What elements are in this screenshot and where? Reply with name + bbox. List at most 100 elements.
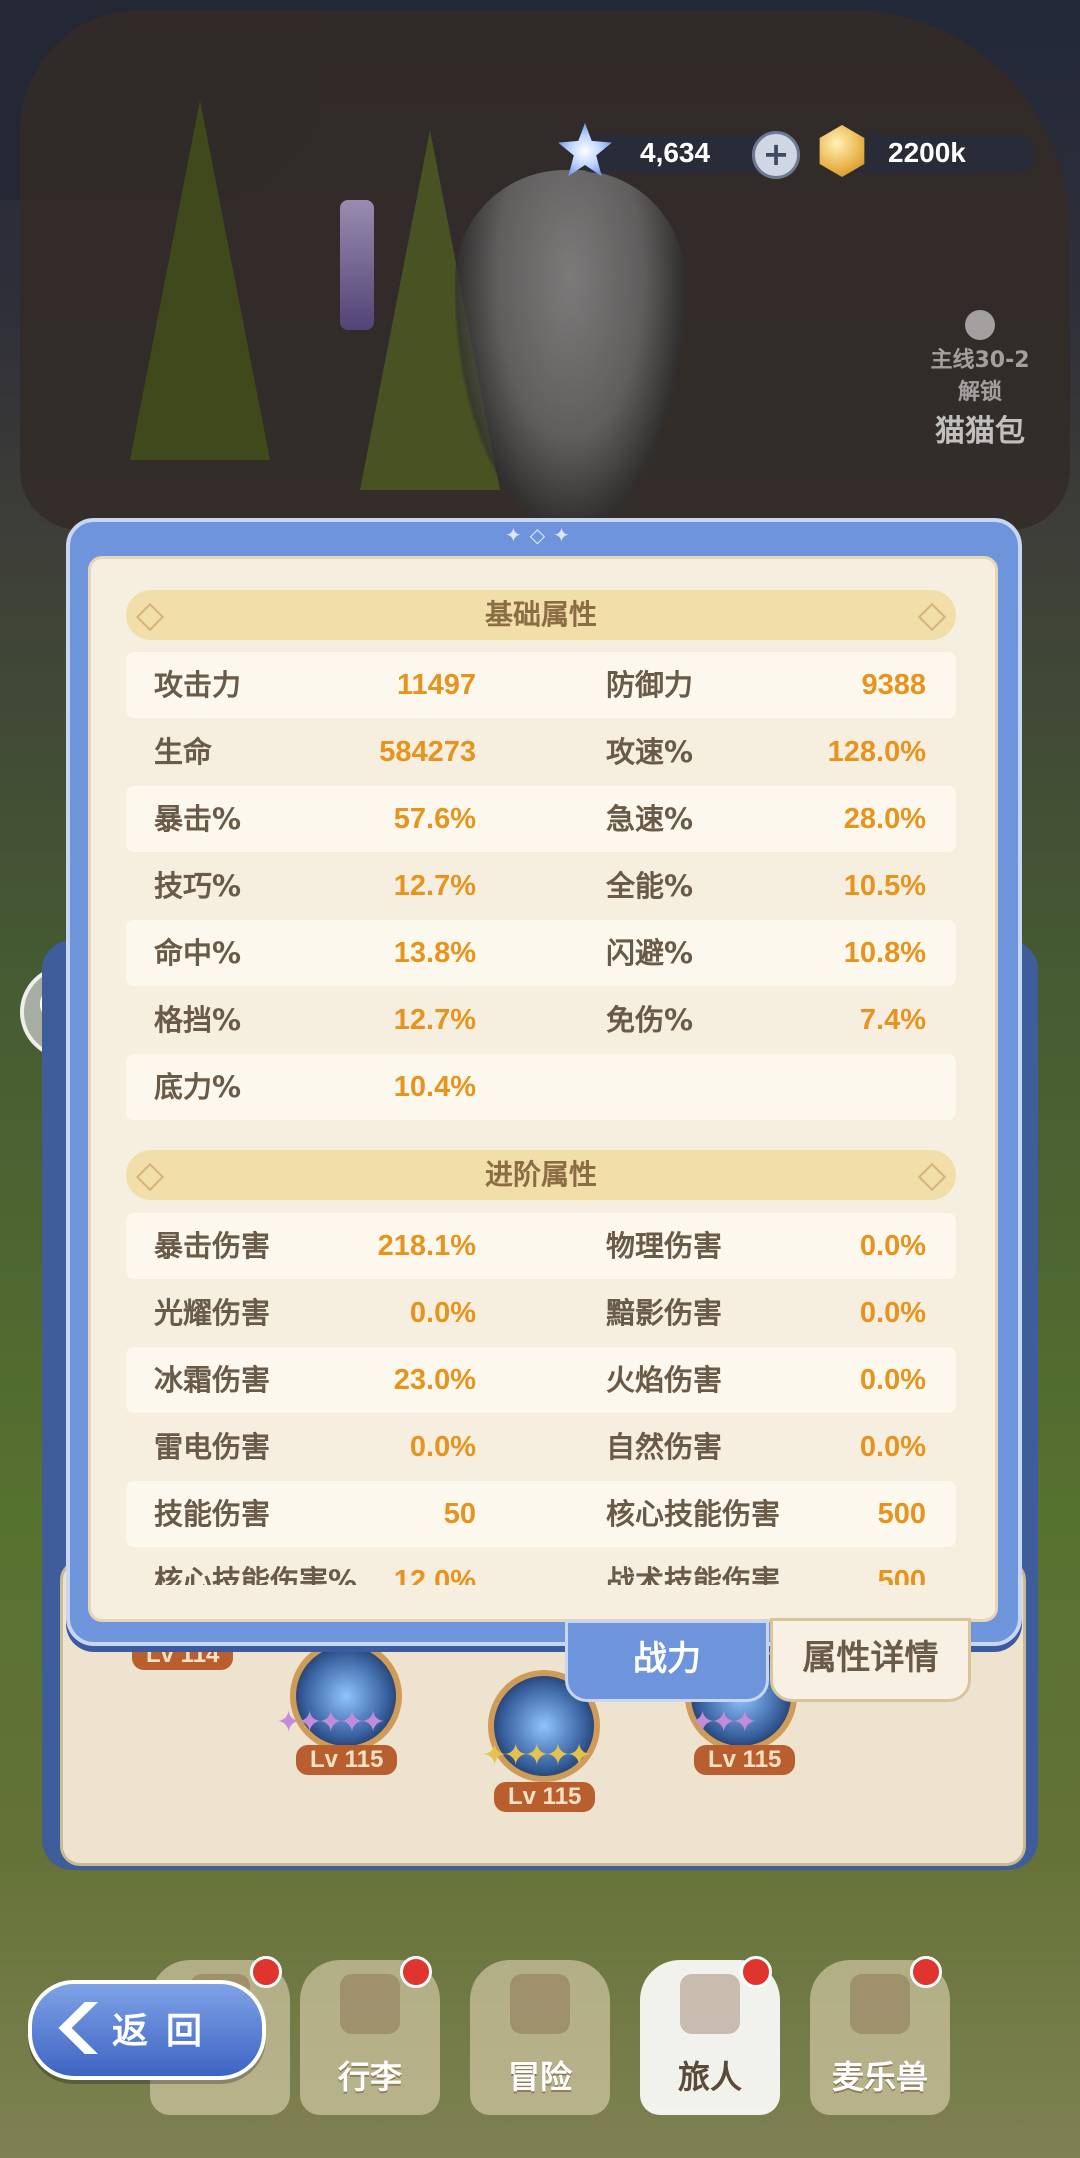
attribute-name: 攻击力 (154, 668, 242, 702)
attribute-row: 生命 584273 攻速% 128.0% (126, 719, 956, 785)
attribute-row: 格挡% 12.7% 免伤% 7.4% (126, 987, 956, 1053)
gem-counter: 4,634 + (558, 123, 800, 179)
attribute-name: 生命 (154, 735, 213, 769)
notification-dot (740, 1956, 772, 1988)
section-title: 进阶属性 (484, 1158, 597, 1191)
attribute-name: 冰霜伤害 (154, 1363, 271, 1397)
section-title: 基础属性 (484, 598, 597, 631)
back-label: 返回 (112, 2011, 221, 2052)
attribute-name: 防御力 (606, 668, 694, 702)
skill-level-badge: Lv 115 (296, 1745, 398, 1775)
attribute-row: 核心技能伤害% 12.0% 战术技能伤害 500 (126, 1548, 956, 1585)
attribute-row: 命中% 13.8% 闪避% 10.8% (126, 920, 956, 986)
attribute-value: 218.1% (377, 1230, 476, 1262)
attribute-value: 12.0% (393, 1565, 476, 1585)
attribute-row: 光耀伤害 0.0% 黯影伤害 0.0% (126, 1280, 956, 1346)
unlock-requirement: 主线30-2 (930, 348, 1030, 373)
section-header-basic: 基础属性 (126, 590, 956, 640)
attribute-value: 7.4% (859, 1004, 926, 1036)
skill-stars: ✦✦✦✦✦ (482, 1738, 592, 1773)
attribute-name: 全能% (606, 869, 694, 903)
attribute-row: 暴击伤害 218.1% 物理伤害 0.0% (126, 1213, 956, 1279)
attribute-name: 黯影伤害 (606, 1296, 723, 1330)
attribute-value: 0.0% (859, 1297, 926, 1329)
attribute-value: 50 (443, 1498, 476, 1530)
modal-ornament: ✦◇✦ (505, 523, 578, 547)
attribute-row: 底力% 10.4% (126, 1054, 956, 1120)
attribute-value: 128.0% (827, 736, 926, 768)
attribute-name: 技巧% (154, 869, 242, 903)
attribute-row: 攻击力 11497 防御力 9388 (126, 652, 956, 718)
skill-stars: ✦✦✦✦✦ (276, 1705, 386, 1740)
attribute-name: 暴击伤害 (154, 1229, 271, 1263)
skill-level-badge: Lv 115 (694, 1745, 796, 1775)
attribute-value: 500 (877, 1565, 926, 1585)
attribute-name: 暴击% (154, 802, 242, 836)
attribute-name: 技能伤害 (154, 1497, 271, 1531)
back-button[interactable]: 返回 (28, 1980, 266, 2080)
attribute-row: 技能伤害 50 核心技能伤害 500 (126, 1481, 956, 1547)
nav-item-adventure[interactable]: 冒险 (470, 1960, 610, 2115)
tab-power[interactable]: 战力 (565, 1620, 769, 1702)
section-header-advanced: 进阶属性 (126, 1150, 956, 1200)
attribute-value: 12.7% (393, 1004, 476, 1036)
attribute-name: 攻速% (606, 735, 694, 769)
attribute-value: 500 (877, 1498, 926, 1530)
attribute-value: 0.0% (409, 1297, 476, 1329)
attribute-row: 技巧% 12.7% 全能% 10.5% (126, 853, 956, 919)
attribute-value: 11497 (396, 669, 476, 701)
attribute-value: 9388 (861, 669, 926, 701)
attribute-value: 10.8% (843, 937, 926, 969)
attribute-name: 命中% (154, 936, 242, 970)
nav-item-traveler[interactable]: 旅人 (640, 1956, 780, 2115)
attributes-scroll-area[interactable]: 基础属性 攻击力 11497 防御力 9388 生命 584273 攻速% 12… (126, 590, 956, 1585)
attribute-value: 28.0% (843, 803, 926, 835)
attribute-value: 584273 (379, 736, 476, 768)
nav-label: 旅人 (677, 2058, 742, 2096)
nav-item-pets[interactable]: 麦乐兽 (810, 1956, 950, 2115)
attribute-name: 物理伤害 (606, 1229, 723, 1263)
attribute-row: 雷电伤害 0.0% 自然伤害 0.0% (126, 1414, 956, 1480)
attribute-value: 10.4% (393, 1071, 476, 1103)
nav-item-luggage[interactable]: 行李 (300, 1956, 440, 2115)
gold-counter: 2200k (819, 125, 1035, 177)
attribute-name: 自然伤害 (606, 1430, 723, 1464)
diamond-ornament-icon (135, 602, 165, 632)
gold-amount: 2200k (888, 137, 966, 168)
attribute-value: 10.5% (843, 870, 926, 902)
attribute-value: 0.0% (859, 1230, 926, 1262)
attribute-name: 闪避% (606, 936, 694, 970)
suitcase-icon (340, 1974, 400, 2034)
add-gems-button[interactable]: + (752, 131, 800, 179)
attribute-name: 免伤% (606, 1003, 694, 1037)
attribute-value: 0.0% (409, 1431, 476, 1463)
attribute-name: 火焰伤害 (606, 1363, 723, 1397)
notification-dot (250, 1956, 282, 1988)
skill-level-badge: Lv 115 (494, 1782, 596, 1812)
attribute-name: 战术技能伤害 (606, 1564, 781, 1585)
diamond-ornament-icon (135, 1162, 165, 1192)
attribute-value: 57.6% (393, 803, 476, 835)
attribute-value: 13.8% (393, 937, 476, 969)
attribute-name: 格挡% (154, 1003, 242, 1037)
attribute-row: 暴击% 57.6% 急速% 28.0% (126, 786, 956, 852)
nav-label: 行李 (337, 2058, 402, 2096)
skill-stars: ✦✦✦ (690, 1705, 757, 1740)
attribute-value: 12.7% (393, 870, 476, 902)
notification-dot (400, 1956, 432, 1988)
lock-icon (965, 310, 995, 340)
back-arrow-icon (58, 2002, 98, 2054)
unlock-label: 解锁 (957, 380, 1002, 405)
tab-attribute-details[interactable]: 属性详情 (770, 1618, 971, 1702)
attribute-name: 雷电伤害 (154, 1430, 271, 1464)
notification-dot (910, 1956, 942, 1988)
attribute-value: 0.0% (859, 1431, 926, 1463)
nav-label: 冒险 (507, 2058, 572, 2096)
attribute-value: 23.0% (393, 1364, 476, 1396)
diamond-ornament-icon (917, 602, 947, 632)
locked-feature[interactable]: 主线30-2 解锁 猫猫包 (880, 310, 1080, 450)
attribute-name: 底力% (154, 1070, 242, 1104)
traveler-avatar-icon (680, 1974, 740, 2034)
attribute-name: 急速% (606, 802, 694, 836)
gem-amount: 4,634 (640, 137, 711, 168)
